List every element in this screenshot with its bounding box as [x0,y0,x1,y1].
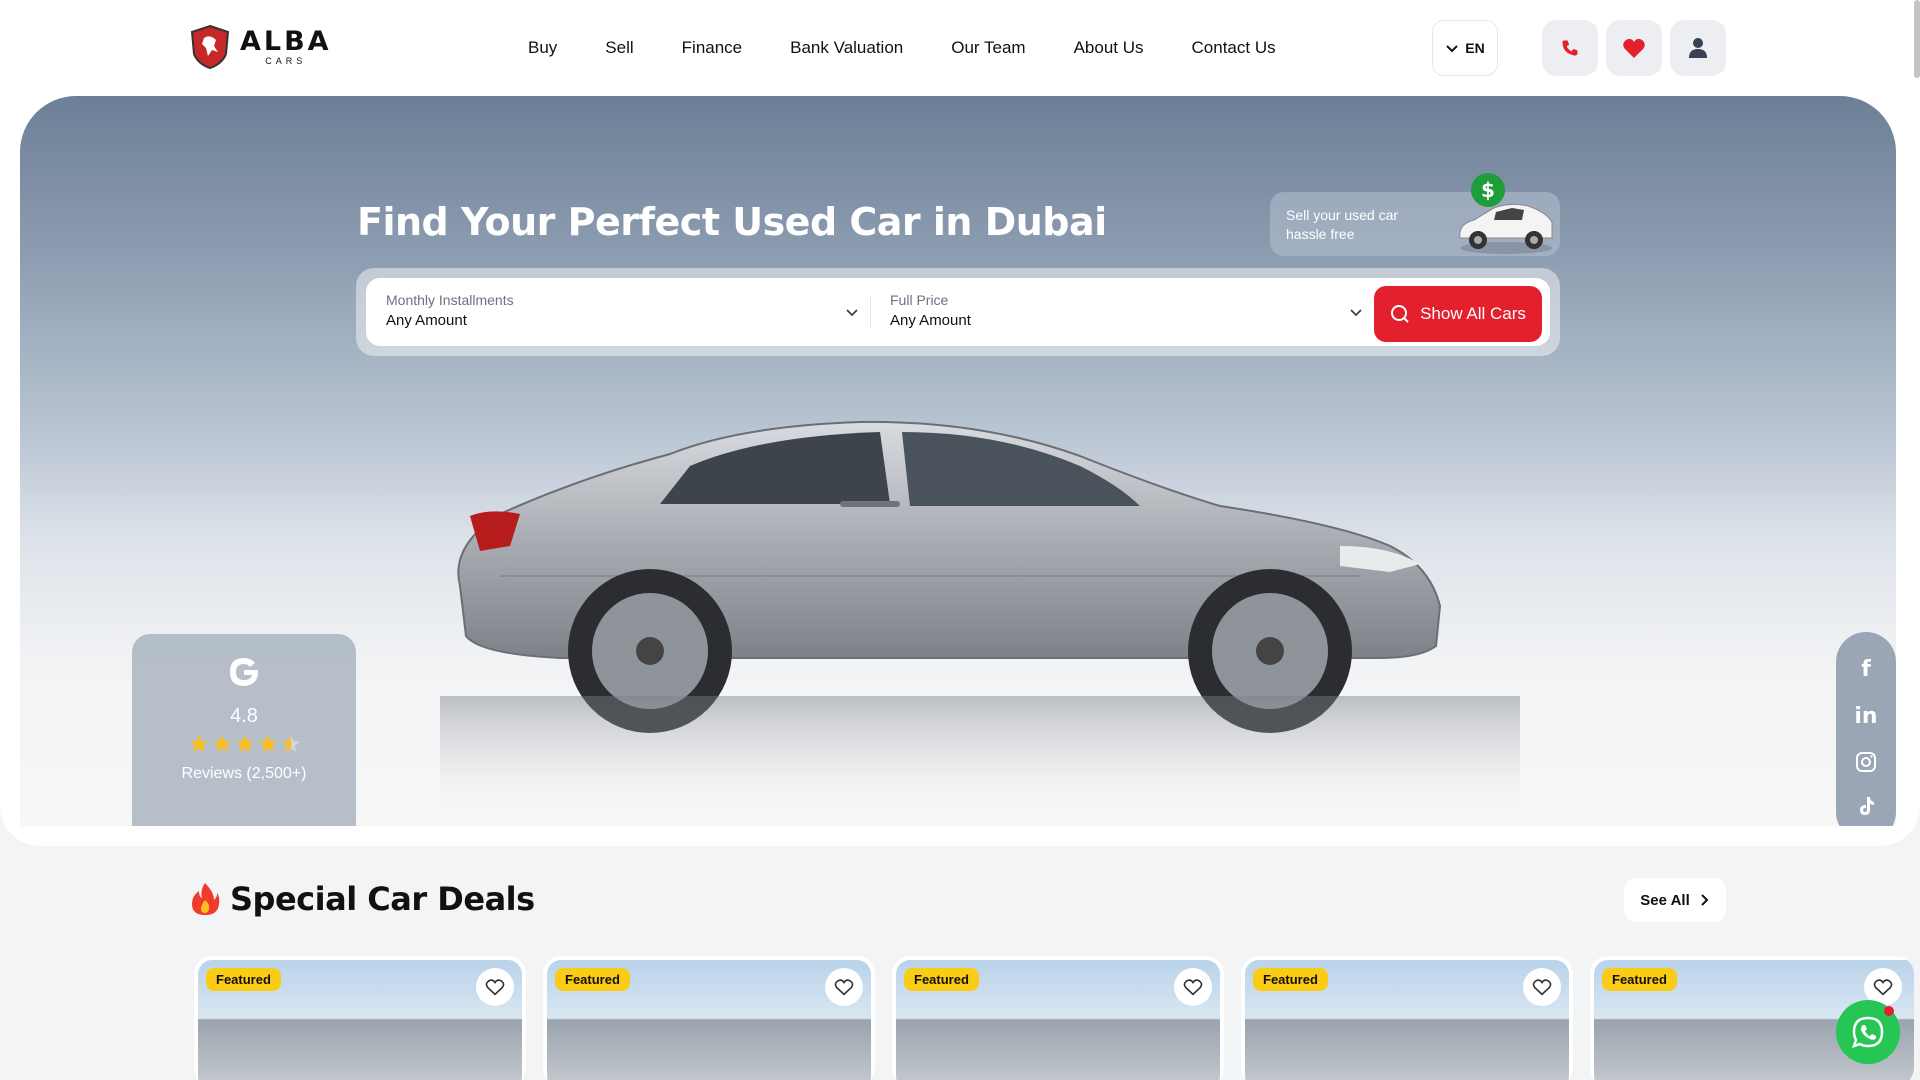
full-price-label: Full Price [890,292,949,308]
hero-title: Find Your Perfect Used Car in Dubai [357,200,1107,244]
notification-dot [1884,1006,1894,1016]
instagram-icon[interactable] [1855,751,1877,773]
featured-badge: Featured [1253,968,1328,991]
favorite-toggle[interactable] [1174,968,1212,1006]
favorite-toggle[interactable] [825,968,863,1006]
see-all-button[interactable]: See All [1624,878,1726,922]
nav-buy[interactable]: Buy [528,38,557,58]
search-bar: Monthly Installments Any Amount Full Pri… [356,268,1560,356]
heart-icon [1623,38,1645,58]
hero-section: Find Your Perfect Used Car in Dubai Sell… [0,96,1920,846]
deal-card[interactable]: Featured [892,956,1224,1080]
reviews-count: Reviews (2,500+) [181,765,307,782]
user-icon [1689,38,1707,58]
facebook-icon[interactable]: f [1861,657,1871,682]
nav-about-us[interactable]: About Us [1074,38,1144,58]
featured-badge: Featured [1602,968,1677,991]
featured-badge: Featured [206,968,281,991]
search-form: Monthly Installments Any Amount Full Pri… [366,278,1550,346]
featured-badge: Featured [555,968,630,991]
chevron-right-icon [1701,894,1709,906]
see-all-label: See All [1640,891,1690,909]
brand-sub: CARS [265,56,307,66]
hero-banner: Find Your Perfect Used Car in Dubai Sell… [20,96,1896,826]
nav-our-team[interactable]: Our Team [951,38,1025,58]
google-reviews-card[interactable]: 4.8 Reviews (2,500+) [132,634,356,826]
chevron-down-icon[interactable] [1348,304,1364,320]
whatsapp-button[interactable] [1836,1000,1900,1064]
show-all-cars-button[interactable]: Show All Cars [1374,286,1542,342]
language-label: EN [1465,40,1485,56]
full-price-select[interactable]: Full Price Any Amount [890,292,971,329]
full-price-value: Any Amount [890,312,971,329]
rating-value: 4.8 [230,705,258,727]
sell-car-promo[interactable]: Sell your used car hassle free $ [1270,173,1560,256]
whatsapp-icon [1852,1016,1884,1048]
svg-text:$: $ [1481,178,1495,202]
heart-outline-icon [485,979,505,996]
star-rating [190,735,300,752]
featured-badge: Featured [904,968,979,991]
heart-outline-icon [1183,979,1203,996]
nav-finance[interactable]: Finance [682,38,742,58]
deal-card[interactable]: Featured [1241,956,1573,1080]
tiktok-icon[interactable] [1856,795,1876,817]
linkedin-icon[interactable]: in [1854,704,1877,729]
call-button[interactable] [1542,20,1598,76]
language-selector[interactable]: EN [1432,20,1498,76]
heart-outline-icon [834,979,854,996]
deal-card[interactable]: Featured [543,956,875,1080]
sell-promo-text: Sell your used car hassle free [1286,207,1399,242]
shield-logo-icon [190,24,230,70]
main-nav: Buy Sell Finance Bank Valuation Our Team… [528,38,1324,58]
chevron-down-icon [1446,45,1458,53]
car-with-dollar-icon: $ [1459,173,1553,254]
google-icon [230,658,258,686]
favorites-button[interactable] [1606,20,1662,76]
nav-contact-us[interactable]: Contact Us [1192,38,1276,58]
deal-card[interactable]: Featured [194,956,526,1080]
nav-bank-valuation[interactable]: Bank Valuation [790,38,903,58]
show-all-cars-label: Show All Cars [1420,304,1526,323]
heart-outline-icon [1873,979,1893,996]
special-deals-title: Special Car Deals [230,880,535,918]
favorite-toggle[interactable] [476,968,514,1006]
field-divider [870,296,871,328]
fire-icon [192,883,220,915]
brand-name: ALBA [240,26,332,57]
hero-car-image [440,420,1520,826]
search-icon [1391,305,1409,323]
monthly-installments-label: Monthly Installments [386,292,514,308]
nav-sell[interactable]: Sell [605,38,633,58]
phone-icon [1562,40,1578,56]
favorite-toggle[interactable] [1523,968,1561,1006]
heart-outline-icon [1532,979,1552,996]
account-button[interactable] [1670,20,1726,76]
social-links: f in [1836,632,1896,826]
page-scrollbar[interactable] [1914,0,1920,78]
logo[interactable]: ALBA CARS [188,24,332,70]
chevron-down-icon[interactable] [844,304,860,320]
monthly-installments-select[interactable]: Monthly Installments Any Amount [386,292,514,329]
monthly-installments-value: Any Amount [386,312,467,329]
site-header: ALBA CARS Buy Sell Finance Bank Valuatio… [0,0,1920,96]
